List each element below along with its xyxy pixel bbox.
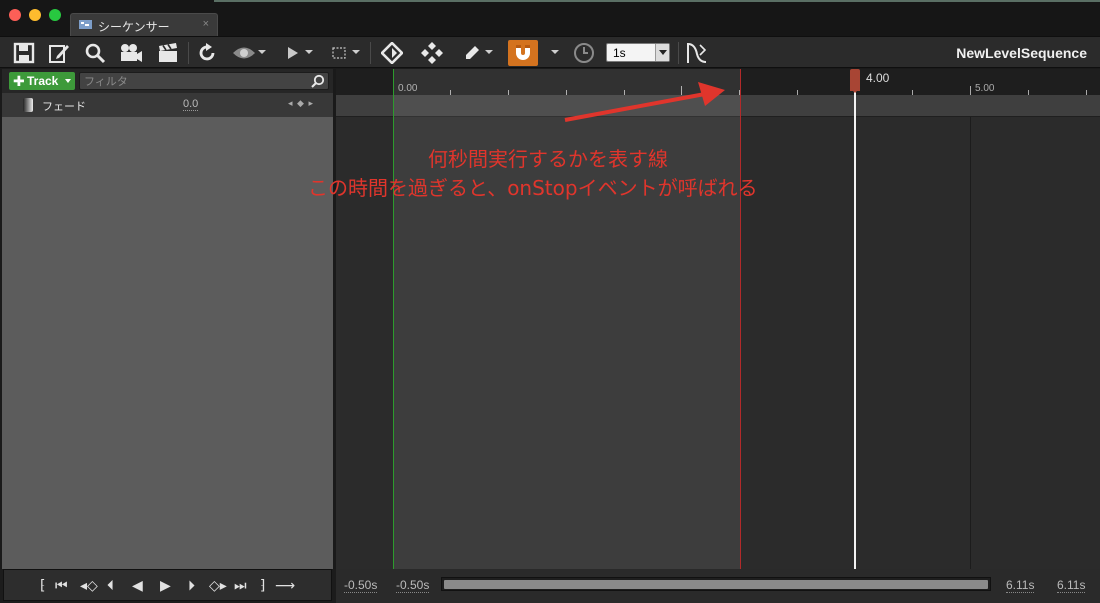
clapboard-icon [159,43,177,62]
add-track-label: Track [27,74,59,88]
sequencer-toolbar: 1s NewLevelSequence [0,36,1100,68]
jump-to-start-button[interactable]: ⁅ [40,577,45,593]
working-start-field[interactable]: -0.50s [396,578,430,593]
sequencer-icon [79,20,92,29]
search-icon [311,74,325,88]
find-button[interactable] [83,41,107,65]
refresh-icon [199,43,215,61]
snap-toggle-button[interactable] [508,40,538,66]
edit-button[interactable] [47,41,71,65]
snap-interval-value: 1s [613,46,626,60]
title-accent-line [214,0,1100,2]
tab-close-icon[interactable]: × [203,18,209,30]
loop-button[interactable]: ⟶ [275,577,295,593]
chevron-down-icon[interactable] [305,50,313,54]
ruler-label-five: 5.00 [975,83,995,94]
save-icon [13,42,35,64]
magnet-icon [516,45,530,60]
working-end-field[interactable]: 6.11s [1006,578,1035,593]
selection-icon [332,47,346,59]
camera-icon [121,44,142,62]
ruler-tick [970,86,971,95]
eye-icon [233,47,255,59]
save-button[interactable] [12,41,36,65]
playhead-handle[interactable] [850,69,860,93]
view-start-field[interactable]: -0.50s [344,578,378,593]
step-back-key-button[interactable]: ⏮ [55,577,68,593]
filter-field[interactable] [79,72,329,90]
view-range-scrollbar[interactable] [441,577,991,591]
chevron-down-icon[interactable] [352,50,360,54]
plus-icon: ✚ [13,73,25,89]
restore-state-button[interactable] [195,41,219,65]
chevron-down-icon [65,79,71,83]
search-icon [85,43,106,64]
step-forward-key-button[interactable]: ⏭ [234,577,247,593]
play-button[interactable]: ▶ [160,577,171,593]
window-close-button[interactable] [9,9,21,21]
play-reverse-button[interactable]: ◀ [132,577,143,593]
chevron-down-icon[interactable] [485,50,493,54]
tab-sequencer[interactable]: シーケンサー × [70,13,218,36]
view-end-field[interactable]: 6.11s [1057,578,1086,593]
prev-key-button[interactable]: ◂◇ [80,577,98,593]
auto-key-button[interactable] [418,41,446,65]
fade-track-icon [23,98,33,112]
snap-interval-select[interactable]: 1s [606,43,670,62]
step-forward-frame-button[interactable]: ⏵ [188,577,195,593]
window-maximize-button[interactable] [49,9,61,21]
time-snap-button[interactable] [572,41,596,65]
step-back-frame-button[interactable]: ⏴ [107,577,114,593]
sequence-name: NewLevelSequence [956,45,1087,61]
outliner-header: ✚ Track [2,69,333,93]
keys-icon [421,42,443,64]
tab-label: シーケンサー [98,20,170,34]
pencil-icon [466,46,479,59]
annotation-line-2: この時間を過ぎると、onStopイベントが呼ばれる [308,176,758,200]
selection-options-button[interactable] [330,41,348,65]
select-arrow-icon [655,44,669,61]
toolbar-separator [370,42,371,64]
jump-to-end-button[interactable]: ⁆ [260,577,265,593]
annotation-line-1: 何秒間実行するかを表す線 [428,147,668,171]
play-icon [288,47,298,59]
transport-controls: ⁅ ⏮ ◂◇ ⏴ ◀ ▶ ⏵ ◇▸ ⏭ ⁆ ⟶ [3,569,332,601]
render-movie-button[interactable] [155,41,181,65]
window-minimize-button[interactable] [29,9,41,21]
playback-start-marker[interactable] [393,69,394,569]
filter-input[interactable] [84,74,304,88]
track-value[interactable]: 0.0 [183,98,199,111]
view-range-bar: -0.50s -0.50s 6.11s 6.11s [336,569,1100,603]
track-row-fade[interactable]: フェード 0.0 ◂ ◆ ▸ [2,93,333,117]
clock-icon [574,43,594,63]
chevron-down-icon[interactable] [258,50,266,54]
toolbar-separator [188,42,189,64]
next-key-button[interactable]: ◇▸ [209,577,227,593]
add-key-button[interactable] [379,41,405,65]
view-options-button[interactable] [231,41,257,65]
curve-icon [687,42,707,63]
edit-icon [49,45,69,63]
title-bar: シーケンサー × [0,0,1100,36]
key-icon [381,42,403,64]
toolbar-separator [678,42,679,64]
scrollbar-thumb[interactable] [444,580,988,589]
playback-end-marker[interactable] [740,69,741,569]
bottom-bar: ⁅ ⏮ ◂◇ ⏴ ◀ ▶ ⏵ ◇▸ ⏭ ⁆ ⟶ -0.50s -0.50s 6.… [0,569,1100,603]
chevron-down-icon[interactable] [551,50,559,54]
curve-editor-button[interactable] [684,41,708,65]
key-navigation-icon[interactable]: ◂ ◆ ▸ [288,98,314,109]
track-outliner: ✚ Track フェード 0.0 ◂ ◆ ▸ [2,69,333,569]
grid-line [970,117,971,569]
edit-mode-button[interactable] [461,41,483,65]
add-track-button[interactable]: ✚ Track [9,72,75,90]
playback-options-button[interactable] [283,41,303,65]
playhead-time-label: 4.00 [866,71,890,85]
playhead-line [854,89,856,569]
camera-button[interactable] [118,41,144,65]
track-name: フェード [42,100,86,113]
annotation-arrow-icon [564,82,725,122]
